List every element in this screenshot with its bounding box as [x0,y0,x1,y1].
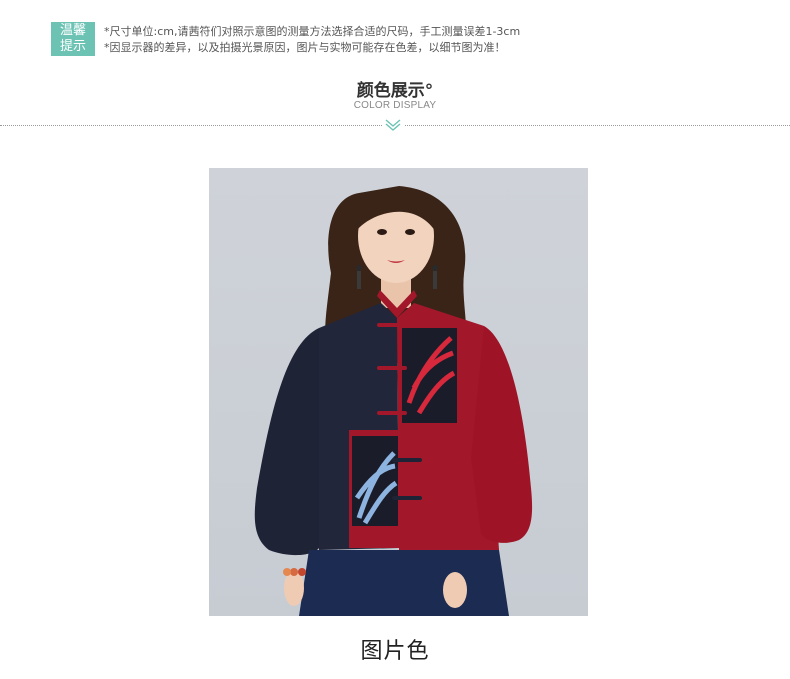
product-photo [209,168,588,616]
tip-badge: 温馨 提示 [51,22,95,56]
tip-text: *尺寸单位:cm,请茜符们对照示意图的测量方法选择合适的尺码，手工测量误差1-3… [104,24,520,56]
tip-badge-line2: 提示 [59,39,86,54]
product-caption: 图片色 [360,639,430,664]
tip-badge-line1: 温馨 [59,23,86,38]
chevron-down-icon [382,116,404,134]
tip-line-2: *因显示器的差异，以及拍摄光景原因，图片与实物可能存在色差，以细节图为准！ [104,41,506,54]
section-title: 颜色展示° [356,81,434,101]
section-subtitle: COLOR DISPLAY [353,100,437,111]
model-illustration [254,186,533,616]
tip-line-1: *尺寸单位:cm,请茜符们对照示意图的测量方法选择合适的尺码，手工测量误差1-3… [104,25,521,38]
